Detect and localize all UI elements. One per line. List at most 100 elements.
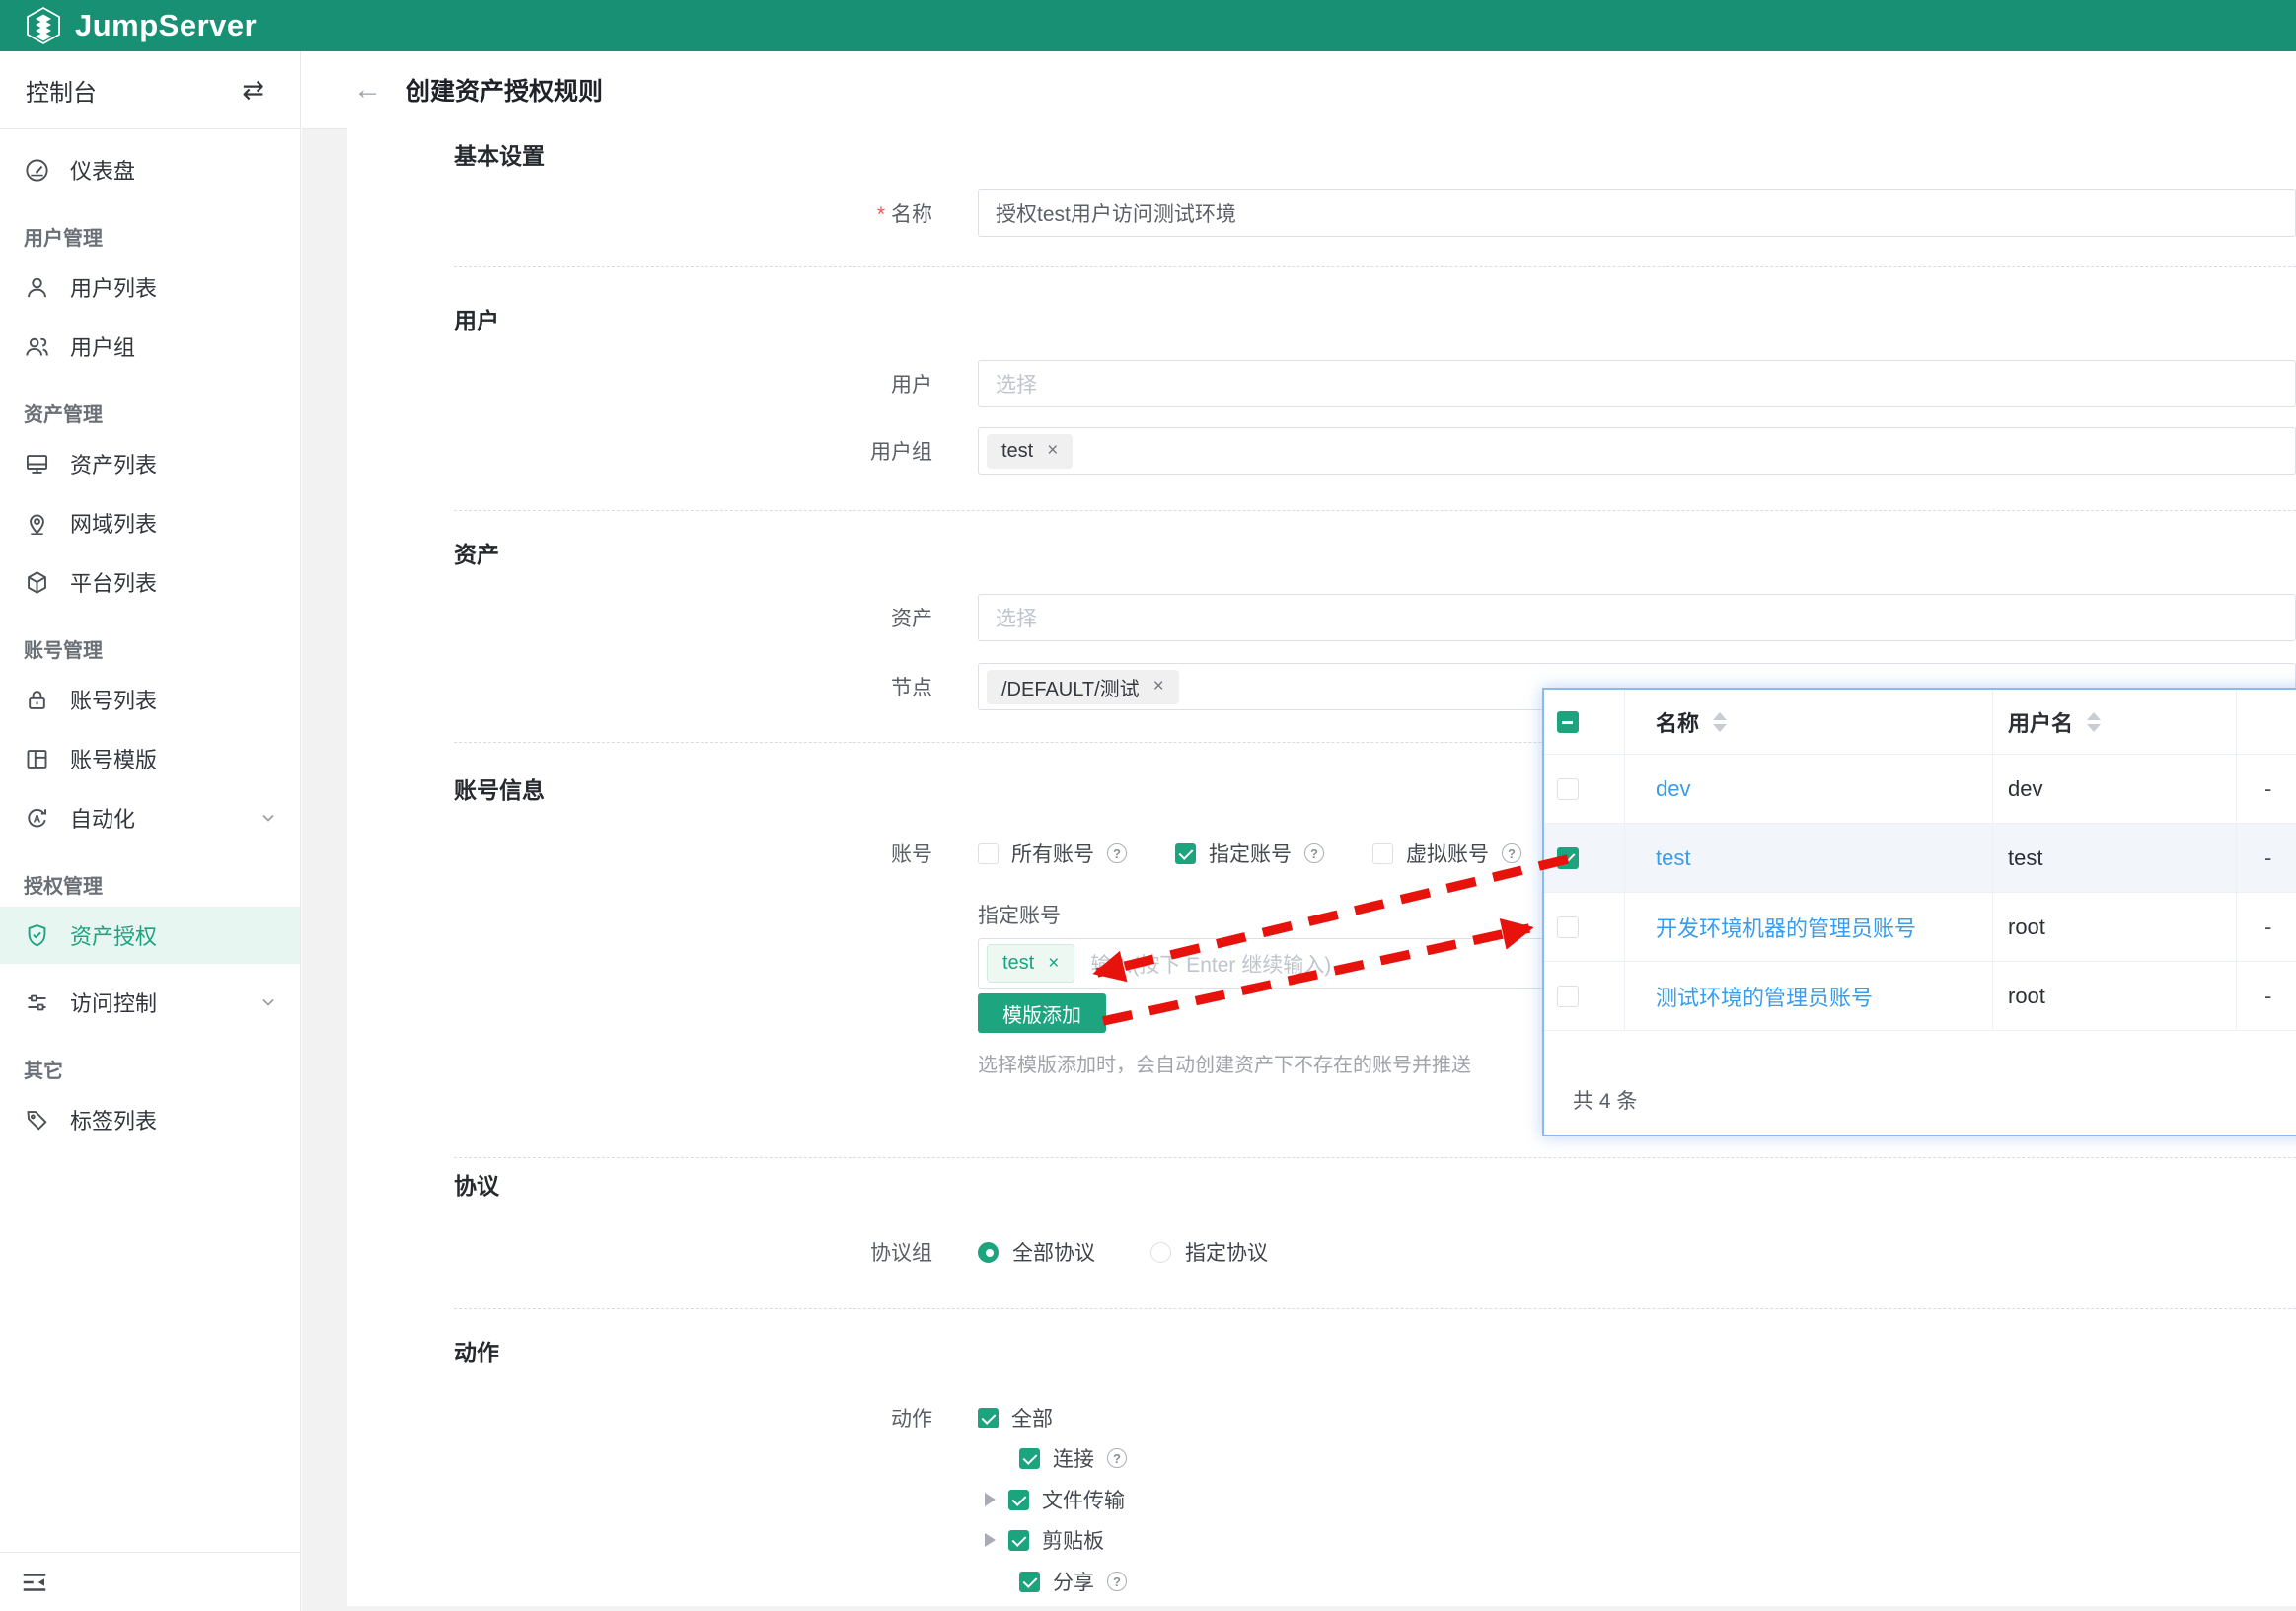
sidebar-item-pin[interactable]: 网域列表 (0, 502, 300, 544)
sidebar-item-users[interactable]: 用户组 (0, 326, 300, 367)
account-label: 账号 (347, 839, 932, 868)
expand-caret-icon[interactable] (985, 1533, 996, 1547)
account-name-link[interactable]: test (1656, 845, 1690, 871)
sidebar-footer (0, 1552, 300, 1611)
user-icon (24, 274, 50, 301)
sort-icon[interactable] (1713, 712, 1727, 732)
section-divider (454, 510, 2296, 511)
section-heading-user: 用户 (454, 308, 499, 333)
template-add-button[interactable]: 模版添加 (978, 993, 1106, 1033)
select-all-checkbox[interactable] (1557, 711, 1579, 733)
sidebar-item-label: 用户组 (70, 330, 135, 362)
user-label: 用户 (347, 369, 932, 399)
account-type-checkbox[interactable] (1372, 843, 1393, 864)
protocol-radio[interactable] (1150, 1242, 1171, 1263)
help-icon[interactable]: ? (1502, 843, 1521, 863)
page-header: ← 创建资产授权规则 (347, 51, 2296, 128)
lock-icon (24, 687, 50, 713)
sidebar-section-label: 用户管理 (0, 223, 300, 249)
sidebar-item-lock[interactable]: 账号列表 (0, 679, 300, 720)
switch-view-icon[interactable]: ⇄ (242, 75, 264, 106)
cube-icon (24, 569, 50, 596)
help-icon[interactable]: ? (1304, 843, 1324, 863)
account-type-option: 指定账号? (1175, 839, 1324, 868)
account-type-checkbox[interactable] (1175, 843, 1196, 864)
section-divider (454, 266, 2296, 267)
section-heading-asset: 资产 (454, 542, 499, 567)
row-checkbox[interactable] (1557, 986, 1579, 1007)
jumpserver-logo-icon[interactable] (24, 6, 63, 45)
action-all-label: 全部 (1011, 1403, 1053, 1432)
account-name-link[interactable]: 开发环境机器的管理员账号 (1656, 912, 1916, 943)
chevron-down-icon (260, 994, 276, 1010)
sidebar-item-shield-check[interactable]: 资产授权 (0, 907, 300, 964)
account-name-link[interactable]: 测试环境的管理员账号 (1656, 981, 1873, 1012)
popup-table-row[interactable]: 测试环境的管理员账号root- (1544, 962, 2296, 1031)
section-heading-protocol: 协议 (454, 1173, 499, 1199)
sidebar-item-cube[interactable]: 平台列表 (0, 561, 300, 603)
remove-tag-icon[interactable]: × (1153, 676, 1164, 697)
action-checkbox[interactable] (1008, 1490, 1029, 1510)
sidebar-item-monitor[interactable]: 资产列表 (0, 443, 300, 484)
account-username-cell: test (1993, 824, 2237, 892)
action-all-checkbox[interactable] (978, 1408, 999, 1428)
sidebar-item-label: 资产列表 (70, 448, 157, 479)
sidebar-section-label: 资产管理 (0, 400, 300, 425)
help-icon[interactable]: ? (1107, 1448, 1127, 1468)
account-extra-cell: - (2237, 755, 2296, 823)
expand-caret-icon[interactable] (985, 1493, 996, 1506)
sidebar-item-label: 账号列表 (70, 684, 157, 715)
user-select[interactable]: 选择 (978, 360, 2296, 407)
column-header-username[interactable]: 用户名 (1993, 690, 2237, 754)
account-extra-cell: - (2237, 824, 2296, 892)
back-icon[interactable]: ← (353, 76, 382, 105)
remove-tag-icon[interactable]: × (1048, 953, 1059, 975)
action-checkbox[interactable] (1019, 1448, 1040, 1469)
row-checkbox[interactable] (1557, 916, 1579, 938)
column-header-name[interactable]: 名称 (1625, 690, 1993, 754)
required-asterisk: * (877, 203, 885, 226)
specified-account-tag-label: test (1002, 952, 1034, 975)
protocol-option-label: 全部协议 (1012, 1237, 1095, 1267)
asset-select[interactable]: 选择 (978, 594, 2296, 641)
brand-title: JumpServer (75, 8, 257, 43)
action-checkbox[interactable] (1019, 1572, 1040, 1592)
users-icon (24, 333, 50, 360)
section-divider (454, 1157, 2296, 1158)
protocol-radio[interactable] (978, 1242, 999, 1263)
sidebar-item-label: 自动化 (70, 802, 135, 834)
sidebar-item-automation[interactable]: A 自动化 (0, 797, 300, 839)
help-icon[interactable]: ? (1107, 1572, 1127, 1591)
action-checkbox[interactable] (1008, 1530, 1029, 1551)
remove-tag-icon[interactable]: × (1047, 440, 1058, 462)
sort-icon[interactable] (2087, 712, 2101, 732)
node-tag-label: /DEFAULT/测试 (1001, 673, 1140, 701)
help-icon[interactable]: ? (1107, 843, 1127, 863)
action-option-label: 剪贴板 (1042, 1525, 1104, 1555)
account-name-link[interactable]: dev (1656, 776, 1690, 802)
row-checkbox[interactable] (1557, 778, 1579, 800)
automation-icon: A (24, 805, 50, 832)
sidebar-item-tag[interactable]: 标签列表 (0, 1099, 300, 1140)
collapse-sidebar-icon[interactable] (20, 1568, 49, 1597)
gauge-icon (24, 157, 50, 183)
sidebar-item-label: 用户列表 (70, 271, 157, 303)
tag-icon (24, 1107, 50, 1134)
monitor-icon (24, 451, 50, 477)
sidebar-view-title: 控制台 (26, 73, 97, 108)
popup-table-row[interactable]: 开发环境机器的管理员账号root- (1544, 893, 2296, 962)
sidebar-item-label: 平台列表 (70, 566, 157, 598)
usergroup-select[interactable]: test× (978, 427, 2296, 475)
account-type-checkbox[interactable] (978, 843, 999, 864)
popup-table-header: 名称 用户名 (1544, 690, 2296, 755)
popup-table-row[interactable]: devdev- (1544, 755, 2296, 824)
specified-account-sublabel: 指定账号 (978, 900, 1061, 929)
sidebar-item-user[interactable]: 用户列表 (0, 266, 300, 308)
sidebar-item-gauge[interactable]: 仪表盘 (0, 149, 300, 190)
popup-total-count: 共 4 条 (1573, 1085, 1637, 1115)
name-input[interactable]: 授权test用户访问测试环境 (978, 189, 2296, 237)
sidebar-item-template[interactable]: 账号模版 (0, 738, 300, 779)
sidebar-item-sliders[interactable]: 访问控制 (0, 982, 300, 1023)
popup-table-row[interactable]: testtest- (1544, 824, 2296, 893)
row-checkbox[interactable] (1557, 847, 1579, 869)
